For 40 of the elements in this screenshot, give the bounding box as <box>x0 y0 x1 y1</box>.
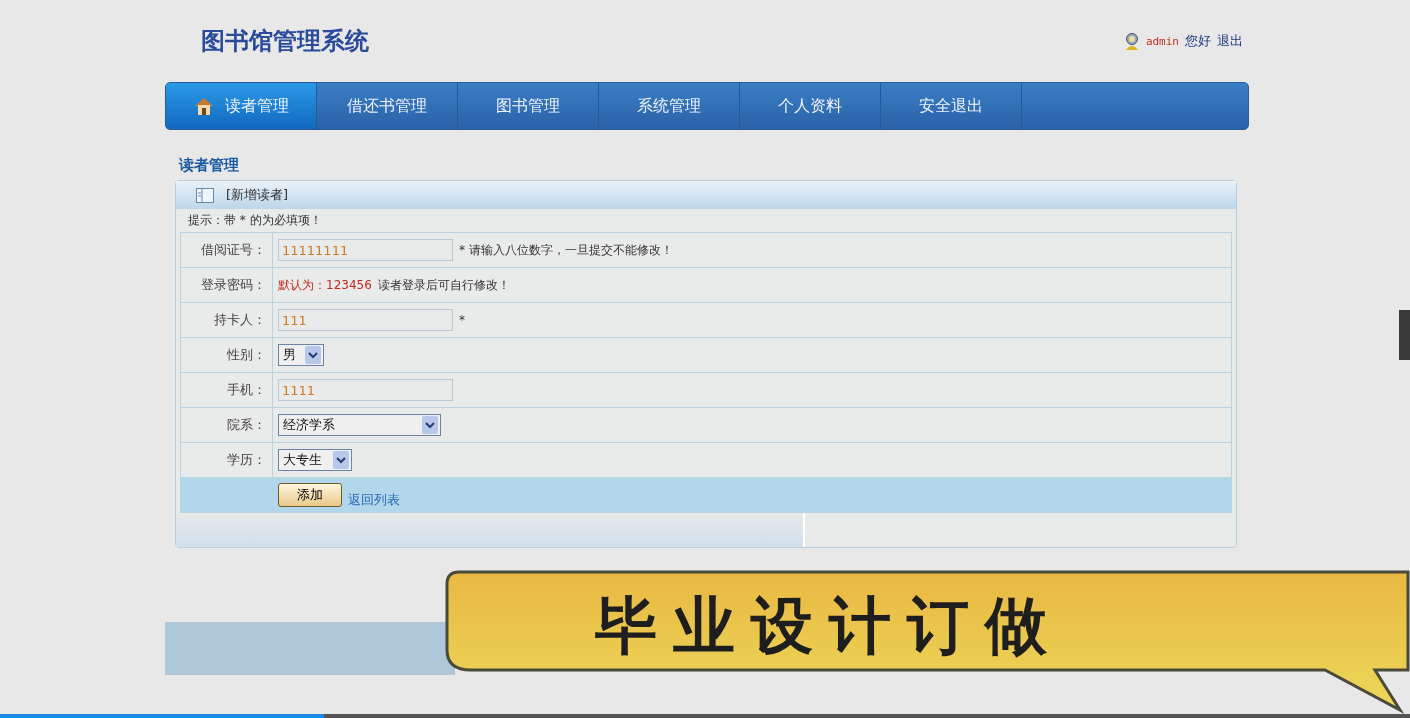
logout-link[interactable]: 退出 <box>1217 32 1243 50</box>
text-field[interactable]: 1111 <box>278 379 453 401</box>
back-to-list-link[interactable]: 返回列表 <box>348 491 400 509</box>
panel-title: [新增读者] <box>226 186 289 204</box>
user-icon <box>1123 32 1140 50</box>
field-label: 登录密码： <box>180 268 273 303</box>
chevron-icon <box>422 416 438 434</box>
field-label: 性别： <box>180 338 273 373</box>
home-icon <box>193 96 215 116</box>
dropdown[interactable]: 男 <box>278 344 324 366</box>
text-field[interactable]: 111 <box>278 309 453 331</box>
section-title: 读者管理 <box>179 156 240 176</box>
greeting-text: 您好 <box>1185 32 1211 50</box>
nav-tab[interactable]: 系统管理 <box>599 83 740 129</box>
default-password-text: 默认为：123456 <box>278 276 372 294</box>
chevron-icon <box>333 451 349 469</box>
nav-tab[interactable]: 安全退出 <box>881 83 1022 129</box>
video-progress-bar[interactable] <box>0 714 1410 718</box>
nav-tab[interactable]: 个人资料 <box>740 83 881 129</box>
field-label: 手机： <box>180 373 273 408</box>
form-icon <box>196 187 214 203</box>
banner-text: 毕业设计订做 <box>595 588 1063 664</box>
dropdown[interactable]: 大专生 <box>278 449 352 471</box>
field-note: 读者登录后可自行修改！ <box>377 276 510 294</box>
side-handle[interactable] <box>1399 310 1410 360</box>
nav-tab[interactable]: 读者管理 <box>166 83 317 129</box>
hint-text: 提示：带 * 的为必填项！ <box>187 212 323 229</box>
dropdown[interactable]: 经济学系 <box>278 414 441 436</box>
field-note: * 请输入八位数字，一旦提交不能修改！ <box>459 241 673 259</box>
field-label: 持卡人： <box>180 303 273 338</box>
site-title: 图书馆管理系统 <box>201 26 369 57</box>
field-label: 院系： <box>180 408 273 443</box>
field-note: * <box>459 313 465 327</box>
add-button[interactable]: 添加 <box>278 483 342 507</box>
username: admin <box>1145 34 1179 48</box>
nav-tab[interactable]: 借还书管理 <box>317 83 458 129</box>
field-label: 借阅证号： <box>180 233 273 268</box>
text-field[interactable]: 11111111 <box>278 239 453 261</box>
nav-tab[interactable]: 图书管理 <box>458 83 599 129</box>
chevron-icon <box>305 346 321 364</box>
